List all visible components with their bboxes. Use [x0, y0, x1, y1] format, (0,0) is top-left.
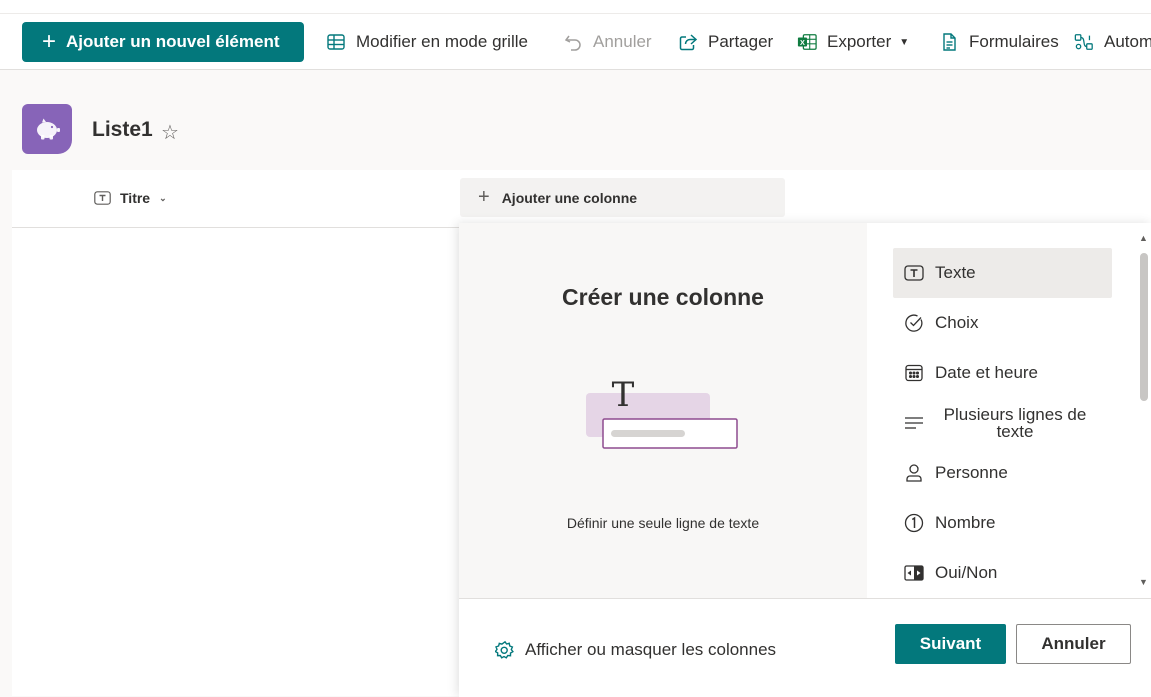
flow-icon	[1074, 32, 1094, 52]
undo-icon	[563, 32, 583, 52]
automate-button[interactable]: Autom	[1074, 30, 1151, 54]
automate-label: Autom	[1104, 32, 1151, 51]
export-label: Exporter	[827, 32, 892, 51]
add-new-item-label: Ajouter un nouvel élément	[66, 32, 280, 51]
svg-text:X: X	[800, 38, 805, 47]
column-type-choice[interactable]: Choix	[893, 298, 1112, 348]
export-button[interactable]: X Exporter ▼	[797, 30, 909, 54]
grid-icon	[326, 32, 346, 52]
column-type-label: Choix	[935, 313, 979, 332]
add-column-button[interactable]: + Ajouter une colonne	[460, 178, 785, 217]
plus-icon: +	[42, 28, 57, 55]
share-label: Partager	[708, 32, 774, 51]
column-type-label: Plusieurs lignes de texte	[943, 405, 1087, 441]
add-new-item-button[interactable]: + Ajouter un nouvel élément	[22, 22, 304, 62]
column-type-label: Oui/Non	[935, 563, 998, 582]
forms-button[interactable]: Formulaires	[939, 30, 1059, 54]
create-column-panel: Créer une colonne T Définir une seule li…	[459, 223, 1151, 697]
text-column-icon	[94, 191, 111, 205]
chevron-down-icon: ⌄	[159, 192, 167, 203]
share-icon	[678, 32, 698, 52]
calendar-icon	[904, 363, 924, 383]
gear-icon	[495, 640, 515, 660]
panel-title: Créer une colonne	[562, 284, 764, 310]
preview-area: Créer une colonne T Définir une seule li…	[459, 223, 867, 598]
column-type-person[interactable]: Personne	[893, 448, 1112, 498]
text-icon	[904, 263, 924, 283]
piggy-bank-icon	[37, 118, 60, 140]
number-icon	[904, 513, 924, 533]
share-button[interactable]: Partager	[678, 30, 773, 54]
column-type-label: Date et heure	[935, 363, 1039, 382]
panel-footer: Afficher ou masquer les colonnes Suivant…	[459, 598, 1151, 697]
svg-text:T: T	[612, 375, 635, 415]
column-type-multiline[interactable]: Plusieurs lignes de texte	[893, 398, 1112, 448]
command-bar: + Ajouter un nouvel élément Modifier en …	[0, 0, 1151, 70]
column-type-text[interactable]: Texte	[893, 248, 1112, 298]
excel-icon: X	[797, 32, 817, 52]
checkmark-circle-icon	[904, 313, 924, 333]
scroll-up-arrow-icon[interactable]: ▲	[1139, 233, 1148, 243]
undo-button[interactable]: Annuler	[563, 30, 652, 54]
undo-label: Annuler	[593, 32, 652, 51]
column-type-label: Personne	[935, 463, 1008, 482]
multiline-text-icon	[904, 413, 924, 433]
show-hide-columns-label: Afficher ou masquer les colonnes	[525, 640, 777, 659]
forms-label: Formulaires	[969, 32, 1059, 51]
panel-description: Définir une seule ligne de texte	[566, 515, 760, 531]
plus-icon: +	[478, 186, 490, 208]
show-hide-columns-link[interactable]: Afficher ou masquer les colonnes	[495, 640, 776, 660]
scrollbar-thumb[interactable]	[1140, 253, 1148, 401]
list-title: Liste1	[92, 118, 153, 141]
next-button[interactable]: Suivant	[895, 624, 1006, 664]
edit-grid-label: Modifier en mode grille	[356, 32, 528, 51]
column-type-label: Texte	[935, 263, 976, 282]
chevron-down-icon: ▼	[899, 36, 910, 48]
text-column-illustration: T	[586, 375, 738, 449]
column-type-list: Texte Choix Date et heure Plusieurs lign…	[867, 223, 1135, 598]
column-header-title[interactable]: Titre ⌄	[94, 190, 167, 206]
cancel-button[interactable]: Annuler	[1016, 624, 1131, 664]
type-list-scrollbar[interactable]: ▲ ▼	[1137, 231, 1151, 591]
favorite-star-icon[interactable]: ☆	[161, 120, 179, 145]
divider	[0, 13, 1151, 14]
scroll-down-arrow-icon[interactable]: ▼	[1139, 577, 1148, 587]
person-icon	[904, 463, 924, 483]
list-icon	[22, 104, 72, 154]
column-header-title-label: Titre	[120, 190, 151, 206]
column-header-row: Titre ⌄ + Ajouter une colonne	[12, 170, 1151, 228]
column-type-yes-no[interactable]: Oui/Non	[893, 548, 1112, 598]
column-type-label: Nombre	[935, 513, 996, 532]
edit-grid-button[interactable]: Modifier en mode grille	[326, 30, 528, 54]
column-type-number[interactable]: Nombre	[893, 498, 1112, 548]
add-column-label: Ajouter une colonne	[501, 189, 638, 206]
form-icon	[939, 32, 959, 52]
column-type-date[interactable]: Date et heure	[893, 348, 1112, 398]
toggle-icon	[904, 563, 924, 583]
